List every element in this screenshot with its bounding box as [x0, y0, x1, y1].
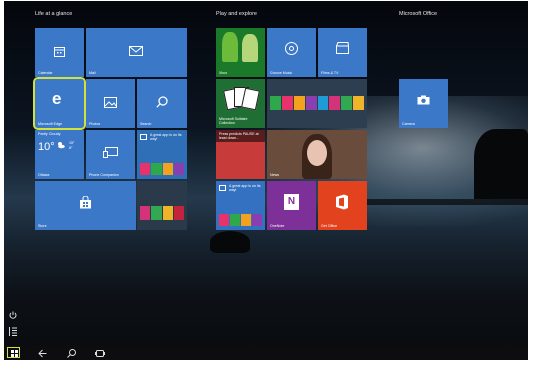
tile-get-office[interactable]: Get Office	[318, 181, 367, 230]
calendar-icon	[54, 47, 65, 57]
group-title-play: Play and explore	[216, 11, 257, 17]
tile-label: Microsoft Edge	[38, 122, 62, 126]
tile-calendar[interactable]: Calendar	[35, 28, 84, 77]
windows-logo-pane	[10, 354, 14, 357]
windows-logo-pane	[14, 354, 18, 357]
store-ad-text: A great app is on its way!	[150, 133, 182, 142]
tile-camera[interactable]: Camera	[399, 79, 448, 128]
tile-onenote[interactable]: N OneNote	[267, 181, 316, 230]
photos-icon	[104, 97, 117, 108]
tile-label: News	[270, 173, 279, 177]
weather-high: 15°	[69, 141, 75, 145]
search-icon	[156, 96, 168, 108]
weather-temperature: 10°	[38, 141, 55, 153]
tile-label: Get Office	[321, 224, 338, 228]
power-icon[interactable]	[9, 311, 17, 319]
tile-label: Mail	[89, 71, 96, 75]
tile-weather[interactable]: Partly Cloudy 10° 15° 8° Ottawa	[35, 130, 84, 179]
app-preview-strip	[140, 206, 184, 220]
tile-label: Photos	[89, 122, 101, 126]
tile-mail[interactable]: Mail	[86, 28, 187, 77]
groove-music-icon	[285, 42, 298, 55]
edge-icon: e	[52, 89, 62, 108]
start-button[interactable]	[7, 347, 20, 358]
tile-label: Calendar	[38, 71, 53, 75]
tile-solitaire[interactable]: Microsoft Solitaire Collection	[216, 79, 265, 128]
tile-label: OneNote	[270, 224, 285, 228]
office-icon	[336, 194, 348, 210]
tile-label: Search	[140, 122, 152, 126]
tile-label: Films & TV	[321, 71, 339, 75]
tile-label: Store	[38, 224, 47, 228]
app-preview-strip	[219, 214, 262, 226]
app-preview-strip	[270, 96, 364, 110]
tile-label: Phone Companion	[89, 173, 119, 177]
weather-city: Ottawa	[38, 173, 50, 177]
tile-app-preview-2[interactable]	[267, 79, 367, 128]
news-photo-face	[307, 140, 327, 166]
playing-card	[241, 87, 260, 111]
tile-label: Microsoft Solitaire Collection	[219, 117, 248, 126]
onenote-icon: N	[284, 194, 299, 210]
tile-search[interactable]: Search	[137, 79, 187, 128]
tile-news-headline[interactable]: Press predicts PAUSE at least down...	[216, 130, 265, 179]
windows-logo-icon	[10, 350, 14, 353]
tile-phone-companion[interactable]: Phone Companion	[86, 130, 135, 179]
rock-formation	[474, 129, 528, 199]
tile-label: Groove Music	[270, 71, 293, 75]
tile-films-tv[interactable]: Films & TV	[318, 28, 367, 77]
horizon-line	[364, 199, 528, 205]
tile-label: Camera	[402, 122, 415, 126]
weather-cloud-icon	[58, 142, 65, 149]
group-title-life: Life at a glance	[35, 11, 73, 17]
taskbar	[4, 345, 528, 360]
app-preview-strip	[140, 163, 184, 175]
store-bag-icon	[140, 134, 147, 140]
tile-microsoft-edge[interactable]: e Microsoft Edge	[33, 77, 86, 130]
tile-photos[interactable]: Photos	[86, 79, 135, 128]
weather-low: 8°	[69, 146, 73, 150]
tile-xbox[interactable]: Xbox	[216, 28, 265, 77]
rock-silhouette	[210, 231, 250, 253]
camera-icon	[417, 95, 430, 105]
tile-news[interactable]: News	[267, 130, 367, 179]
news-headline: Press predicts PAUSE at least down...	[219, 132, 259, 141]
search-icon[interactable]	[67, 348, 76, 359]
xbox-avatar-2	[242, 34, 258, 62]
films-tv-icon	[336, 42, 349, 54]
tile-store[interactable]: Store	[35, 181, 136, 230]
group-title-office: Microsoft Office	[399, 11, 438, 17]
store-bag-icon	[219, 185, 226, 191]
store-icon	[80, 196, 91, 209]
store-ad-text: A great app is on its way!	[229, 184, 261, 193]
windows-logo-pane	[14, 350, 18, 353]
back-arrow-icon[interactable]	[38, 348, 47, 359]
tile-store-ad-2[interactable]: A great app is on its way!	[216, 181, 265, 230]
mail-icon	[129, 46, 143, 56]
start-screen: Life at a glance Play and explore Micros…	[4, 1, 528, 360]
tile-groove-music[interactable]: Groove Music	[267, 28, 316, 77]
tile-app-preview[interactable]	[137, 181, 187, 230]
news-image	[216, 142, 265, 179]
tile-label: Xbox	[219, 71, 228, 75]
xbox-avatar	[222, 32, 238, 62]
all-apps-icon[interactable]	[9, 327, 17, 336]
weather-condition: Partly Cloudy	[38, 132, 61, 136]
task-view-icon[interactable]	[95, 348, 105, 359]
phone-companion-icon	[103, 147, 118, 158]
tile-store-ad-1[interactable]: A great app is on its way!	[137, 130, 187, 179]
